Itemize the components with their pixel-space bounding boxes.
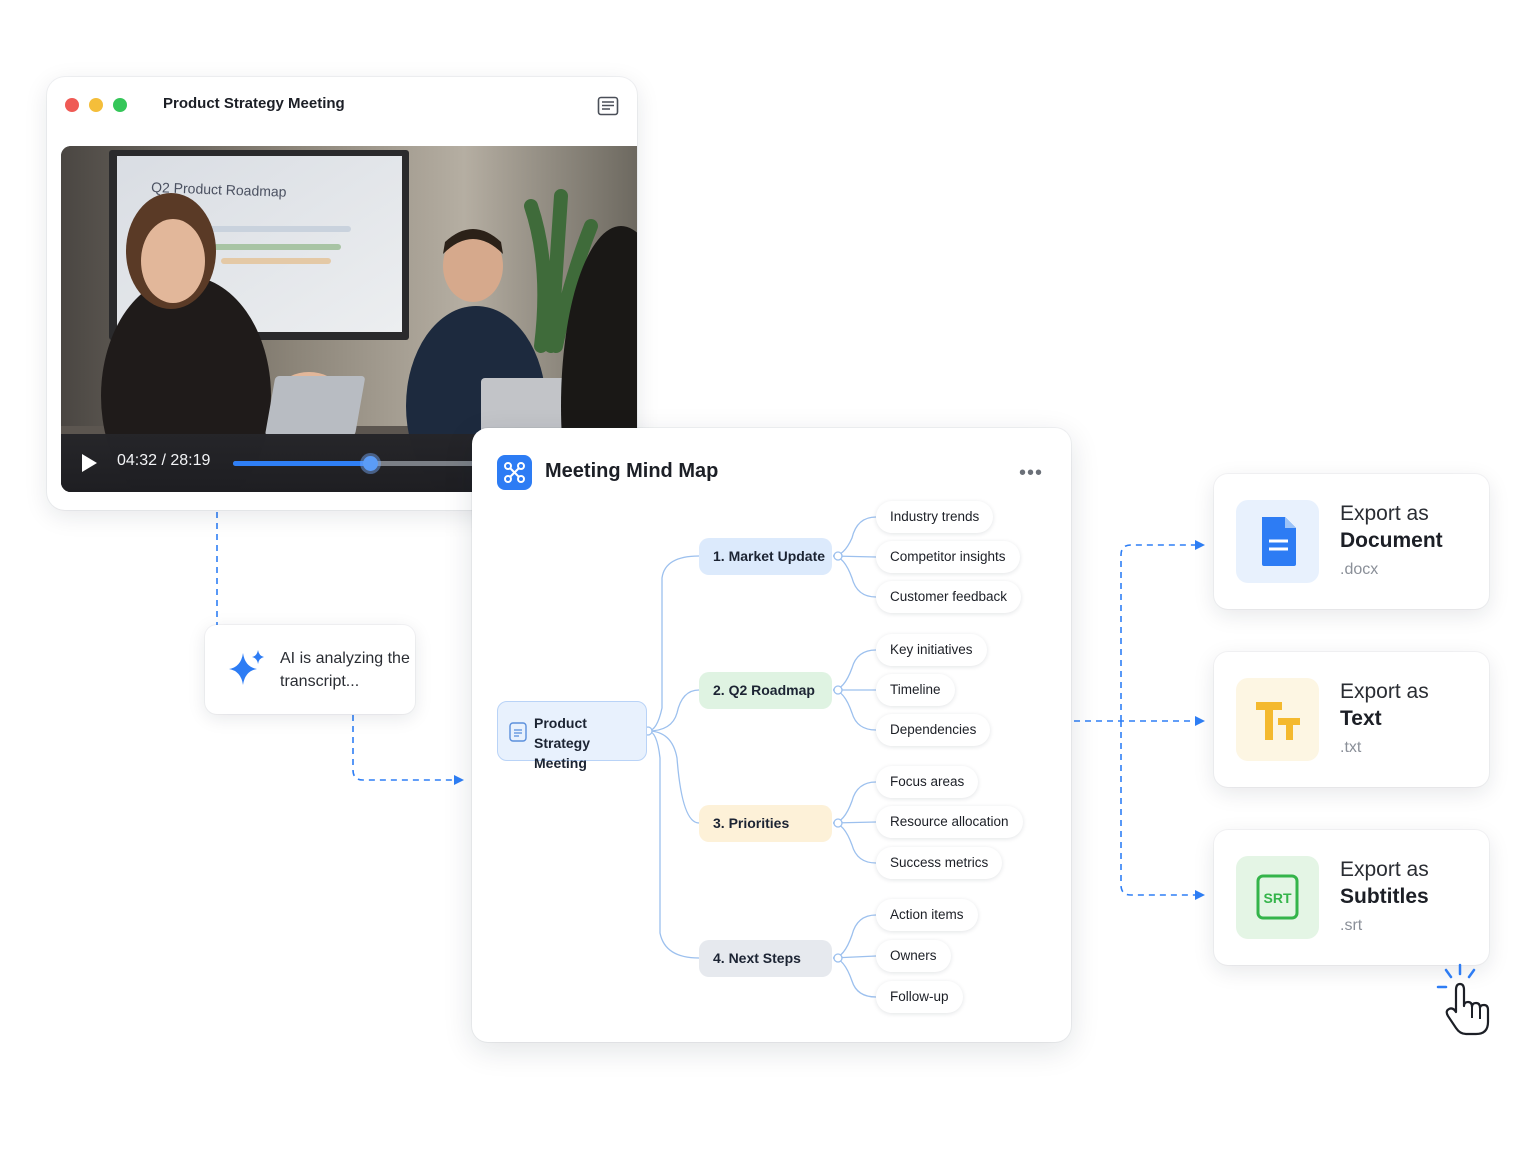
close-window-button[interactable] — [65, 98, 79, 112]
mindmap-to-subtitles-connector — [1120, 721, 1205, 900]
leaf-node[interactable]: Customer feedback — [876, 581, 1022, 613]
minimize-window-button[interactable] — [89, 98, 103, 112]
branch-node-q2-roadmap[interactable]: 2. Q2 Roadmap — [699, 672, 832, 709]
export-text-prefix: Export as — [1340, 680, 1429, 703]
video-scrubber-handle[interactable] — [363, 456, 379, 471]
leaf-node[interactable]: Dependencies — [876, 714, 991, 746]
leaf-node[interactable]: Action items — [876, 899, 978, 931]
export-subtitles-card[interactable]: SRT Export as Subtitles .srt — [1214, 830, 1489, 965]
window-controls — [65, 98, 127, 112]
leaf-node[interactable]: Competitor insights — [876, 541, 1020, 573]
document-icon — [1236, 500, 1319, 583]
export-subtitles-extension: .srt — [1340, 917, 1363, 934]
export-document-card[interactable]: Export as Document .docx — [1214, 474, 1489, 609]
export-document-prefix: Export as — [1340, 502, 1429, 525]
leaf-node[interactable]: Follow-up — [876, 981, 963, 1013]
mind-map-panel: Meeting Mind Map ••• Product Strategy Me… — [472, 428, 1071, 1042]
video-progress-fill — [233, 461, 371, 466]
srt-subtitles-icon: SRT — [1236, 856, 1319, 939]
export-document-label: Document — [1340, 529, 1443, 552]
leaf-node[interactable]: Owners — [876, 940, 951, 972]
leaf-node[interactable]: Focus areas — [876, 766, 979, 798]
ai-to-mindmap-connector — [352, 715, 464, 785]
leaf-node[interactable]: Success metrics — [876, 847, 1003, 879]
branch-node-priorities[interactable]: 3. Priorities — [699, 805, 832, 842]
leaf-node[interactable]: Key initiatives — [876, 634, 987, 666]
text-format-icon — [1236, 678, 1319, 761]
ai-status-text: AI is analyzing the transcript... — [280, 650, 410, 690]
branch-node-next-steps[interactable]: 4. Next Steps — [699, 940, 832, 977]
ai-status-card: AI is analyzing the transcript... — [205, 625, 415, 714]
maximize-window-button[interactable] — [113, 98, 127, 112]
export-text-extension: .txt — [1340, 739, 1362, 756]
srt-icon-label: SRT — [1264, 890, 1292, 906]
mindmap-to-document-connector — [1120, 540, 1205, 721]
video-timecode: 04:32 / 28:19 — [117, 452, 211, 469]
branch-node-market-update[interactable]: 1. Market Update — [699, 538, 832, 575]
export-subtitles-label: Subtitles — [1340, 885, 1429, 908]
transcript-icon[interactable] — [597, 95, 619, 117]
export-document-extension: .docx — [1340, 561, 1379, 578]
video-window-title: Product Strategy Meeting — [163, 95, 345, 112]
play-icon[interactable] — [79, 453, 99, 473]
leaf-node[interactable]: Timeline — [876, 674, 955, 706]
leaf-node[interactable]: Industry trends — [876, 501, 994, 533]
leaf-node[interactable]: Resource allocation — [876, 806, 1023, 838]
document-outline-icon — [509, 722, 527, 742]
root-node-label: Product Strategy Meeting — [534, 715, 591, 771]
export-subtitles-prefix: Export as — [1340, 858, 1429, 881]
pointer-hand-cursor-icon — [1436, 963, 1490, 1036]
export-text-card[interactable]: Export as Text .txt — [1214, 652, 1489, 787]
root-node[interactable]: Product Strategy Meeting — [497, 701, 647, 771]
export-text-label: Text — [1340, 707, 1382, 730]
ai-sparkle-icon — [229, 650, 264, 685]
